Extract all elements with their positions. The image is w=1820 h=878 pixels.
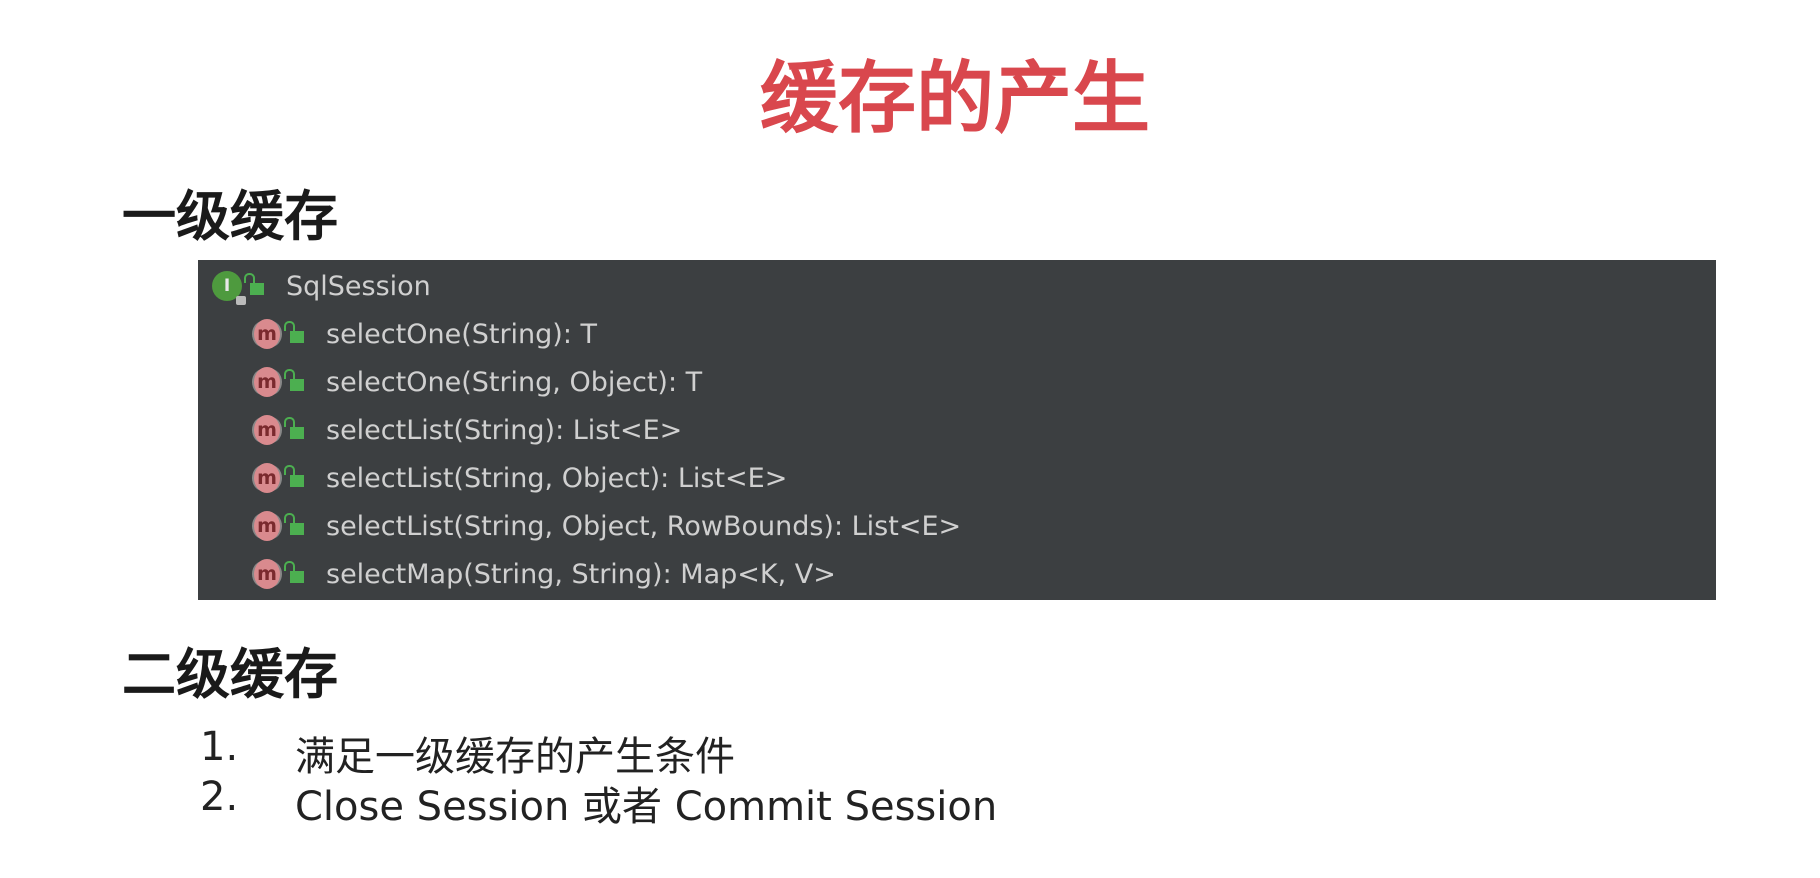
method-icon: m: [254, 319, 280, 349]
tree-method-item[interactable]: m selectOne(String): T: [254, 310, 597, 358]
tree-root-label: SqlSession: [286, 270, 431, 302]
tree-method-item[interactable]: m selectOne(String, Object): T: [254, 358, 702, 406]
list-number: 2.: [200, 774, 239, 820]
public-lock-icon: [284, 321, 304, 343]
method-signature: selectOne(String): T: [326, 318, 598, 350]
section-heading-level1-cache: 一级缓存: [122, 185, 338, 248]
public-lock-icon: [284, 417, 304, 439]
method-signature: selectOne(String, Object): T: [326, 366, 703, 398]
public-lock-icon: [284, 369, 304, 391]
tree-root-sqlsession[interactable]: I SqlSession: [212, 262, 431, 310]
tree-method-item[interactable]: m selectList(String, Object, RowBounds): …: [254, 502, 961, 550]
method-icon: m: [254, 463, 280, 493]
method-icon: m: [254, 559, 280, 589]
tree-method-item[interactable]: m selectMap(String, String): Map<K, V>: [254, 550, 836, 598]
tree-method-item[interactable]: m selectList(String, Object): List<E>: [254, 454, 787, 502]
public-lock-icon: [284, 561, 304, 583]
method-signature: selectMap(String, String): Map<K, V>: [326, 558, 836, 590]
method-icon: m: [254, 367, 280, 397]
list-text: Close Session 或者 Commit Session: [295, 784, 998, 830]
page-title: 缓存的产生: [759, 54, 1150, 144]
sqlsession-structure-panel: I SqlSession m selectOne(String): T m selec…: [198, 260, 1716, 600]
list-item: 2. Close Session 或者 Commit Session: [200, 774, 997, 832]
public-lock-icon: [284, 513, 304, 535]
method-icon: m: [254, 511, 280, 541]
method-icon: m: [254, 415, 280, 445]
interface-icon: I: [212, 271, 246, 305]
public-lock-icon: [244, 273, 264, 295]
method-signature: selectList(String, Object, RowBounds): L…: [326, 510, 962, 542]
method-signature: selectList(String): List<E>: [326, 414, 683, 446]
method-signature: selectList(String, Object): List<E>: [326, 462, 788, 494]
tree-method-item[interactable]: m selectList(String): List<E>: [254, 406, 682, 454]
public-lock-icon: [284, 465, 304, 487]
section-heading-level2-cache: 二级缓存: [122, 643, 338, 706]
